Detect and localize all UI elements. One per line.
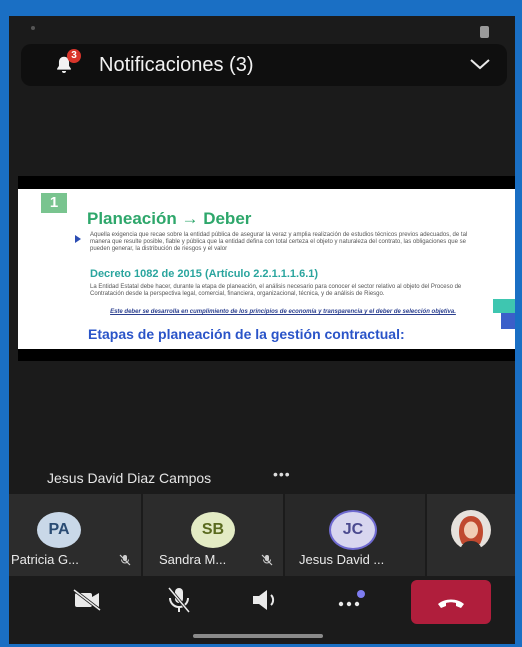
mic-off-icon[interactable] xyxy=(159,582,199,618)
slide-decoration xyxy=(501,313,515,329)
mic-off-icon xyxy=(119,554,131,566)
status-bar xyxy=(9,16,515,42)
slide-subheading: Decreto 1082 de 2015 (Artículo 2.2.1.1.1… xyxy=(90,268,319,280)
participant-strip: PA Patricia G... SB Sandra M... JC Jesus… xyxy=(9,494,515,576)
presentation-slide: 1 Planeación → Deber Aquella exigencia q… xyxy=(18,189,515,349)
notifications-banner[interactable]: 3 Notificaciones (3) xyxy=(21,44,507,86)
active-speaker-name: Jesus David Diaz Campos xyxy=(47,470,212,486)
participant-tile[interactable]: SB Sandra M... xyxy=(143,494,283,576)
slide-paragraph: Aquella exigencia que recae sobre la ent… xyxy=(90,232,468,252)
home-indicator[interactable] xyxy=(193,634,323,638)
slide-decoration xyxy=(493,299,515,313)
notifications-title: Notificaciones (3) xyxy=(99,54,254,76)
mic-off-icon xyxy=(261,554,273,566)
participant-tile[interactable]: PA Patricia G... xyxy=(9,494,141,576)
notification-badge: 3 xyxy=(67,49,81,63)
participant-photo xyxy=(451,510,491,550)
slide-paragraph-2: La Entidad Estatal debe hacer, durante l… xyxy=(90,284,462,297)
hang-up-icon xyxy=(438,599,464,608)
battery-icon xyxy=(480,26,489,38)
more-options-icon[interactable] xyxy=(331,582,371,618)
camera-off-icon[interactable] xyxy=(67,582,107,618)
participant-name: Jesus David ... xyxy=(299,552,385,567)
phone-screen: 3 Notificaciones (3) 1 Planeación → Debe… xyxy=(9,16,515,644)
shared-screen: 1 Planeación → Deber Aquella exigencia q… xyxy=(18,176,515,361)
slide-title: Planeación → Deber xyxy=(87,209,252,228)
participant-tile[interactable] xyxy=(427,494,515,576)
chevron-down-icon[interactable] xyxy=(469,56,491,72)
speaker-more-button[interactable]: ••• xyxy=(273,466,291,482)
slide-number: 1 xyxy=(41,193,67,213)
slide-note: Este deber se desarrolla en cumplimiento… xyxy=(110,309,456,315)
avatar: SB xyxy=(191,512,235,548)
participant-name: Sandra M... xyxy=(159,552,227,567)
avatar: PA xyxy=(37,512,81,548)
participant-tile[interactable]: JC Jesus David ... xyxy=(285,494,425,576)
hang-up-button[interactable] xyxy=(411,580,491,624)
participant-name: Patricia G... xyxy=(11,552,79,567)
status-indicator xyxy=(31,26,35,30)
avatar: JC xyxy=(331,512,375,548)
slide-heading-2: Etapas de planeación de la gestión contr… xyxy=(88,326,405,342)
speaker-icon[interactable] xyxy=(245,582,285,618)
call-controls xyxy=(9,576,515,626)
bullet-arrow-icon xyxy=(75,235,81,243)
